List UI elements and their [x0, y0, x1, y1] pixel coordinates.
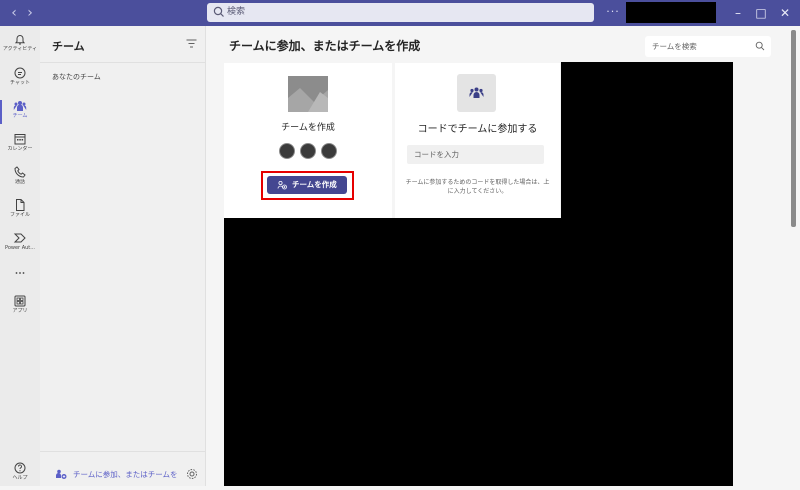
maximize-button[interactable]: □	[751, 3, 771, 23]
more-options-icon[interactable]: ···	[605, 4, 621, 22]
forward-arrow-icon[interactable]: ›	[22, 4, 38, 22]
search-icon	[755, 41, 765, 51]
create-team-title: チームを作成	[281, 123, 335, 133]
team-search-box[interactable]: チームを検索	[645, 36, 771, 57]
image-placeholder-icon	[288, 76, 328, 112]
phone-icon	[14, 166, 26, 178]
join-with-code-title: コードでチームに参加する	[417, 124, 538, 135]
join-code-input[interactable]	[407, 145, 544, 164]
rail-item-apps[interactable]: アプリ	[0, 291, 40, 323]
teams-panel: チーム あなたのチーム チームに参加、またはチームを...	[40, 26, 206, 486]
redacted-region	[561, 62, 733, 218]
divider	[40, 451, 206, 452]
chat-icon	[14, 67, 26, 79]
scrollbar[interactable]	[791, 30, 796, 227]
panel-title: チーム	[52, 40, 85, 53]
calendar-icon	[14, 134, 26, 145]
teams-icon	[469, 87, 484, 98]
divider	[40, 62, 206, 63]
rail-item-chat[interactable]: チャット	[0, 63, 40, 95]
teams-icon	[13, 101, 27, 111]
filter-icon[interactable]	[186, 39, 197, 48]
rail-item-files[interactable]: ファイル	[0, 195, 40, 227]
active-indicator	[0, 100, 2, 124]
redacted-profile-area	[626, 2, 716, 23]
apps-icon	[14, 295, 26, 307]
avatar	[300, 143, 316, 159]
join-team-tile	[457, 74, 496, 112]
global-search-placeholder: 検索	[227, 7, 246, 17]
rail-item-power-automate[interactable]: Power Aut...	[0, 228, 40, 260]
page-title: チームに参加、またはチームを作成	[229, 39, 421, 53]
back-arrow-icon[interactable]: ‹	[6, 4, 22, 22]
title-bar: ‹ › 検索 ··· – □ ✕	[0, 0, 800, 26]
more-dots-icon	[15, 272, 25, 274]
join-with-code-card: コードでチームに参加する チームに参加するためのコードを取得した場合は、上に入力…	[395, 63, 560, 218]
join-code-help-text: チームに参加するためのコードを取得した場合は、上に入力してください。	[405, 179, 550, 195]
join-team-icon	[56, 469, 67, 479]
power-automate-icon	[13, 233, 26, 243]
rail-item-activity[interactable]: アクティビティ	[0, 29, 40, 61]
close-button[interactable]: ✕	[775, 3, 795, 23]
highlight-box	[261, 171, 354, 200]
minimize-button[interactable]: –	[728, 3, 748, 23]
your-teams-section-label: あなたのチーム	[52, 73, 101, 81]
app-rail: アクティビティ チャット チーム カレンダー 通話 ファイル Power Aut…	[0, 26, 40, 486]
avatar	[279, 143, 295, 159]
rail-item-calls[interactable]: 通話	[0, 162, 40, 194]
rail-item-teams[interactable]: チーム	[0, 96, 40, 128]
search-icon	[213, 6, 224, 17]
bell-icon	[14, 35, 26, 45]
rail-item-calendar[interactable]: カレンダー	[0, 129, 40, 161]
file-icon	[16, 199, 25, 211]
create-team-card: チームを作成 チームを作成	[224, 63, 392, 218]
join-or-create-team-label: チームに参加、またはチームを...	[73, 470, 177, 479]
help-icon	[14, 462, 26, 474]
global-search-box[interactable]: 検索	[207, 3, 594, 22]
join-or-create-team-link[interactable]: チームに参加、またはチームを...	[55, 466, 177, 482]
team-search-placeholder: チームを検索	[652, 42, 697, 51]
rail-item-help[interactable]: ヘルプ	[0, 458, 40, 490]
redacted-region	[224, 218, 733, 486]
rail-item-more[interactable]	[0, 263, 40, 283]
avatar	[321, 143, 337, 159]
gear-icon[interactable]	[186, 468, 198, 480]
